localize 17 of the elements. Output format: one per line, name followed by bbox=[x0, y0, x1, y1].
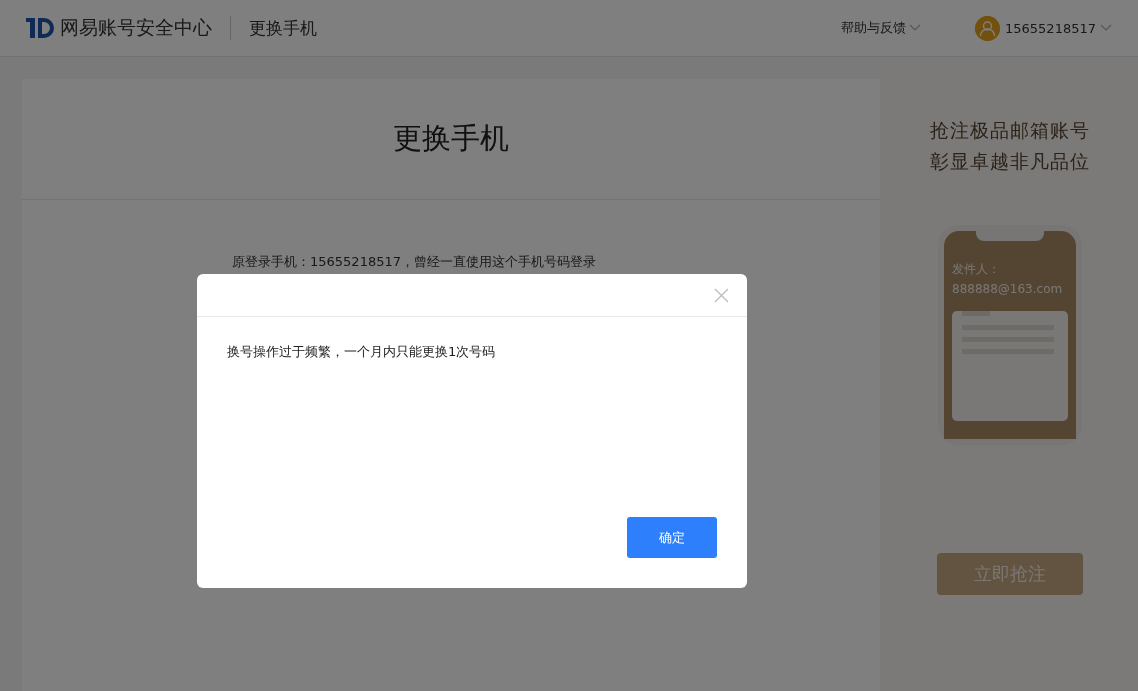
phone-notch bbox=[976, 231, 1044, 241]
chevron-down-icon bbox=[909, 24, 921, 32]
chevron-down-icon bbox=[1100, 24, 1112, 32]
help-feedback-menu[interactable]: 帮助与反馈 bbox=[841, 19, 921, 37]
page-title: 更换手机 bbox=[249, 16, 317, 40]
ad-headline: 抢注极品邮箱账号 bbox=[930, 118, 1090, 143]
sender-email: 888888@163.com bbox=[952, 281, 1064, 298]
close-icon[interactable] bbox=[714, 287, 729, 303]
account-menu[interactable]: 15655218517 bbox=[1005, 20, 1112, 36]
dialog-message: 换号操作过于频繁，一个月内只能更换1次号码 bbox=[227, 343, 497, 361]
confirm-button[interactable]: 确定 bbox=[627, 517, 717, 558]
ad-headline: 彰显卓越非凡品位 bbox=[930, 149, 1090, 174]
avatar-icon[interactable] bbox=[975, 15, 1000, 41]
card-title: 更换手机 bbox=[393, 120, 509, 157]
brand-name: 网易账号安全中心 bbox=[60, 15, 212, 40]
logo-icon bbox=[26, 16, 56, 40]
text-lines-icon bbox=[962, 311, 1054, 354]
